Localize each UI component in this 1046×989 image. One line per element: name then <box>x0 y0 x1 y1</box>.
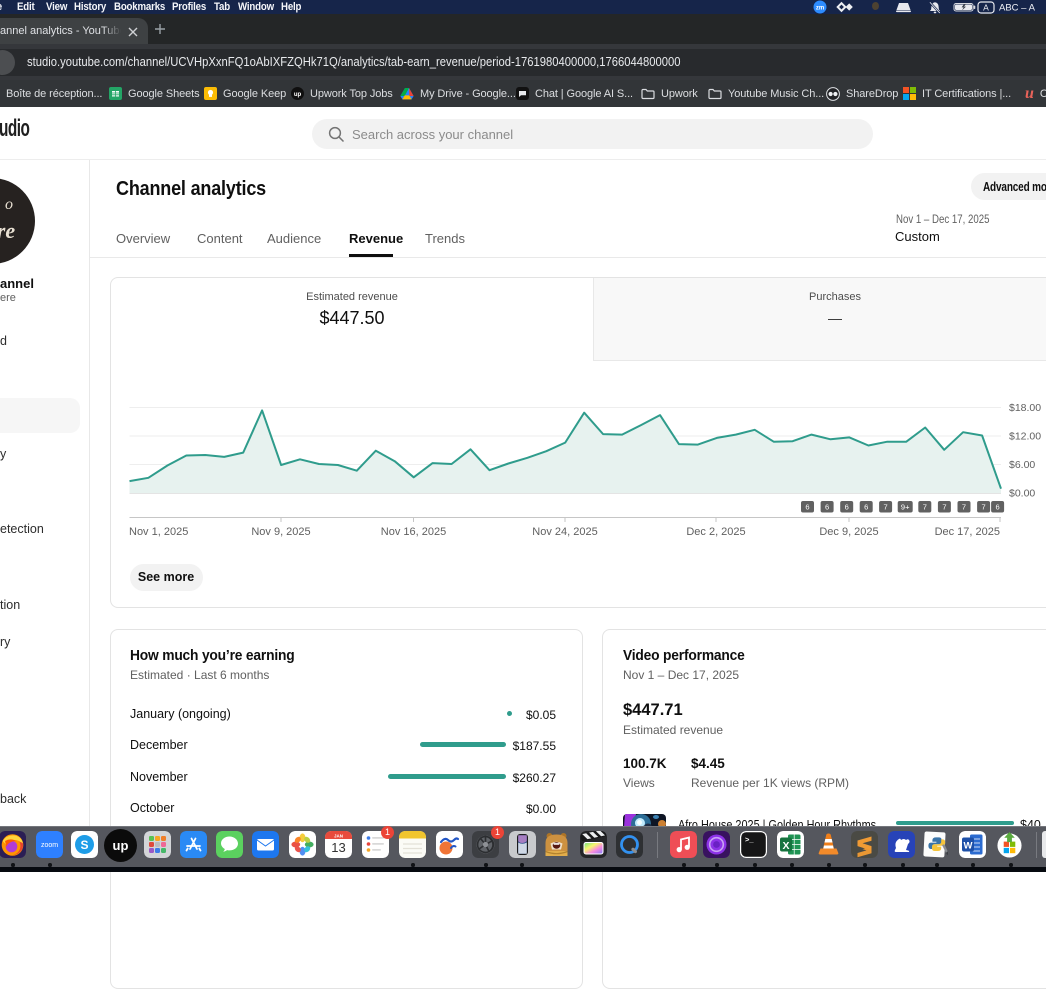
svg-text:6: 6 <box>805 503 809 512</box>
svg-text:Nov 24, 2025: Nov 24, 2025 <box>532 526 597 538</box>
svg-text:Dec 2, 2025: Dec 2, 2025 <box>686 526 745 538</box>
svg-text:6: 6 <box>845 503 849 512</box>
svg-text:7: 7 <box>962 503 966 512</box>
svg-text:6: 6 <box>825 503 829 512</box>
svg-text:Nov 9, 2025: Nov 9, 2025 <box>251 526 310 538</box>
svg-text:7: 7 <box>982 503 986 512</box>
svg-text:$18.00: $18.00 <box>1009 402 1041 414</box>
svg-text:Nov 1, 2025: Nov 1, 2025 <box>129 526 188 538</box>
svg-text:$0.00: $0.00 <box>1009 488 1035 500</box>
svg-text:zoom: zoom <box>41 842 58 849</box>
svg-text:9+: 9+ <box>901 503 910 512</box>
svg-text:6: 6 <box>864 503 868 512</box>
svg-text:Dec 9, 2025: Dec 9, 2025 <box>819 526 878 538</box>
svg-text:S: S <box>80 838 88 852</box>
svg-text:A: A <box>983 3 989 13</box>
svg-text:7: 7 <box>923 503 927 512</box>
svg-text:6: 6 <box>996 503 1000 512</box>
svg-text:JAN: JAN <box>334 833 343 838</box>
svg-text:Dec 17, 2025: Dec 17, 2025 <box>935 526 1000 538</box>
svg-text:up: up <box>294 92 302 98</box>
svg-text:X: X <box>782 840 789 852</box>
svg-text:$6.00: $6.00 <box>1009 459 1035 471</box>
svg-text:W: W <box>964 841 973 852</box>
svg-text:>_: >_ <box>745 835 754 844</box>
svg-text:ABC – A: ABC – A <box>999 3 1036 14</box>
svg-text:7: 7 <box>884 503 888 512</box>
svg-text:13: 13 <box>331 840 345 855</box>
svg-text:$12.00: $12.00 <box>1009 431 1041 443</box>
svg-text:zm: zm <box>816 6 824 12</box>
svg-text:Nov 16, 2025: Nov 16, 2025 <box>381 526 446 538</box>
svg-text:up: up <box>113 838 129 853</box>
svg-text:7: 7 <box>942 503 946 512</box>
